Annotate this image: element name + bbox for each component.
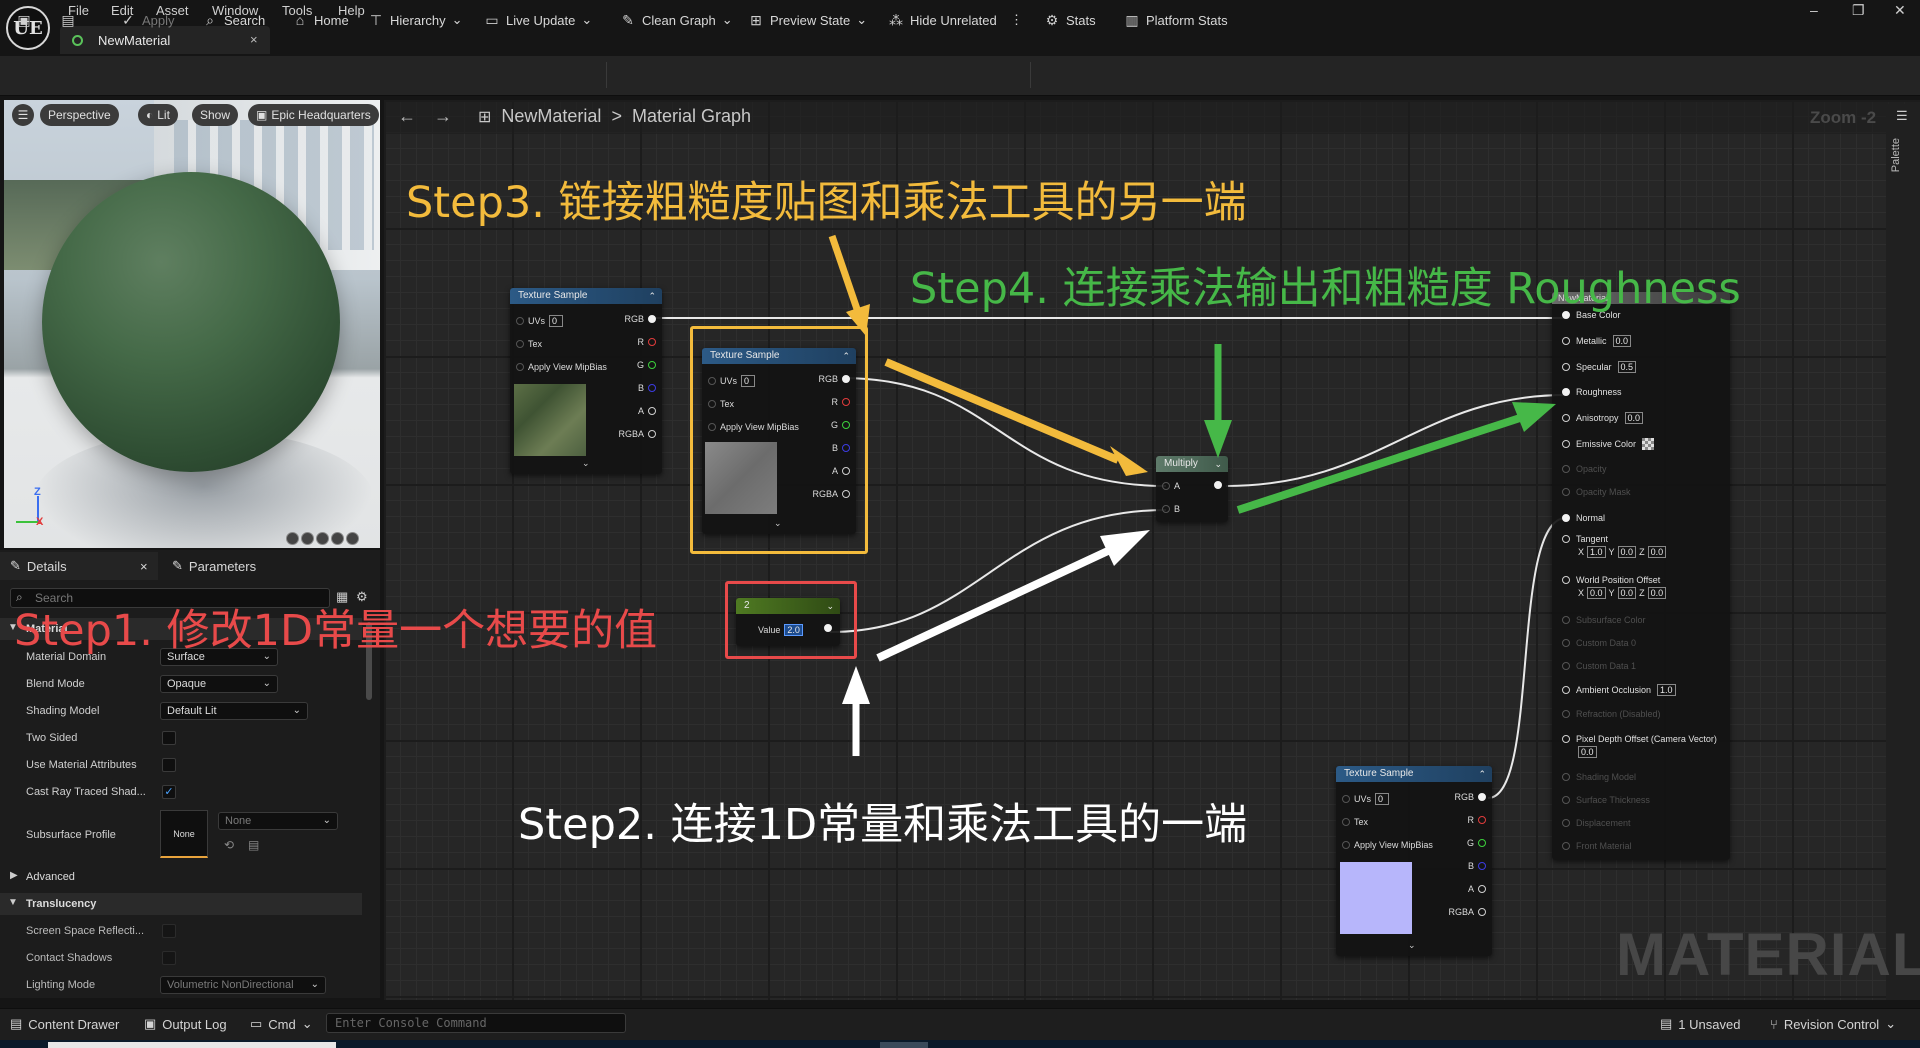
arrow-step2-up (842, 666, 870, 756)
taskbar-active-app[interactable] (48, 1042, 336, 1048)
arrow-step3-to-multiply (884, 358, 1148, 476)
terminal-icon: ▭ (250, 1016, 263, 1031)
revision-control-label: Revision Control (1783, 1016, 1880, 1032)
content-drawer-button[interactable]: ▤ Content Drawer (10, 1016, 119, 1032)
annotation-step4: Step4. 连接乘法输出和粗糙度 Roughness (910, 264, 1741, 314)
annotation-step3: Step3. 链接粗糙度贴图和乘法工具的另一端 (406, 178, 1247, 228)
chevron-down-icon: ⌄ (301, 1016, 313, 1031)
revision-control-button[interactable]: ⑂ Revision Control ⌄ (1770, 1016, 1896, 1032)
content-drawer-label: Content Drawer (28, 1016, 120, 1032)
material-editor-window: UE File Edit Asset Window Tools Help – ❐… (0, 0, 1920, 1048)
chevron-down-icon: ⌄ (1885, 1016, 1897, 1031)
output-log-icon: ▣ (144, 1016, 157, 1031)
arrow-step4-down (1204, 344, 1232, 458)
revision-control-icon: ⑂ (1770, 1016, 1778, 1032)
annotation-step2: Step2. 连接1D常量和乘法工具的一端 (518, 800, 1248, 850)
unsaved-label: 1 Unsaved (1678, 1016, 1741, 1032)
arrow-step4-to-roughness (1236, 402, 1556, 514)
annotation-step1: Step1. 修改1D常量一个想要的值 (14, 606, 658, 656)
console-command-input[interactable]: Enter Console Command (326, 1013, 626, 1033)
output-log-label: Output Log (162, 1016, 227, 1032)
content-drawer-icon: ▤ (10, 1016, 23, 1031)
unsaved-button[interactable]: ▤ 1 Unsaved (1660, 1016, 1740, 1032)
arrow-step3-down (828, 234, 870, 336)
output-log-button[interactable]: ▣ Output Log (144, 1016, 227, 1032)
taskbar-app[interactable] (880, 1042, 928, 1048)
annotation-arrows (828, 234, 1556, 756)
unsaved-icon: ▤ (1660, 1016, 1673, 1031)
cmd-label: Cmd (268, 1016, 296, 1032)
arrow-step2-to-multiply (876, 530, 1150, 662)
cmd-dropdown[interactable]: ▭ Cmd ⌄ (250, 1016, 313, 1032)
